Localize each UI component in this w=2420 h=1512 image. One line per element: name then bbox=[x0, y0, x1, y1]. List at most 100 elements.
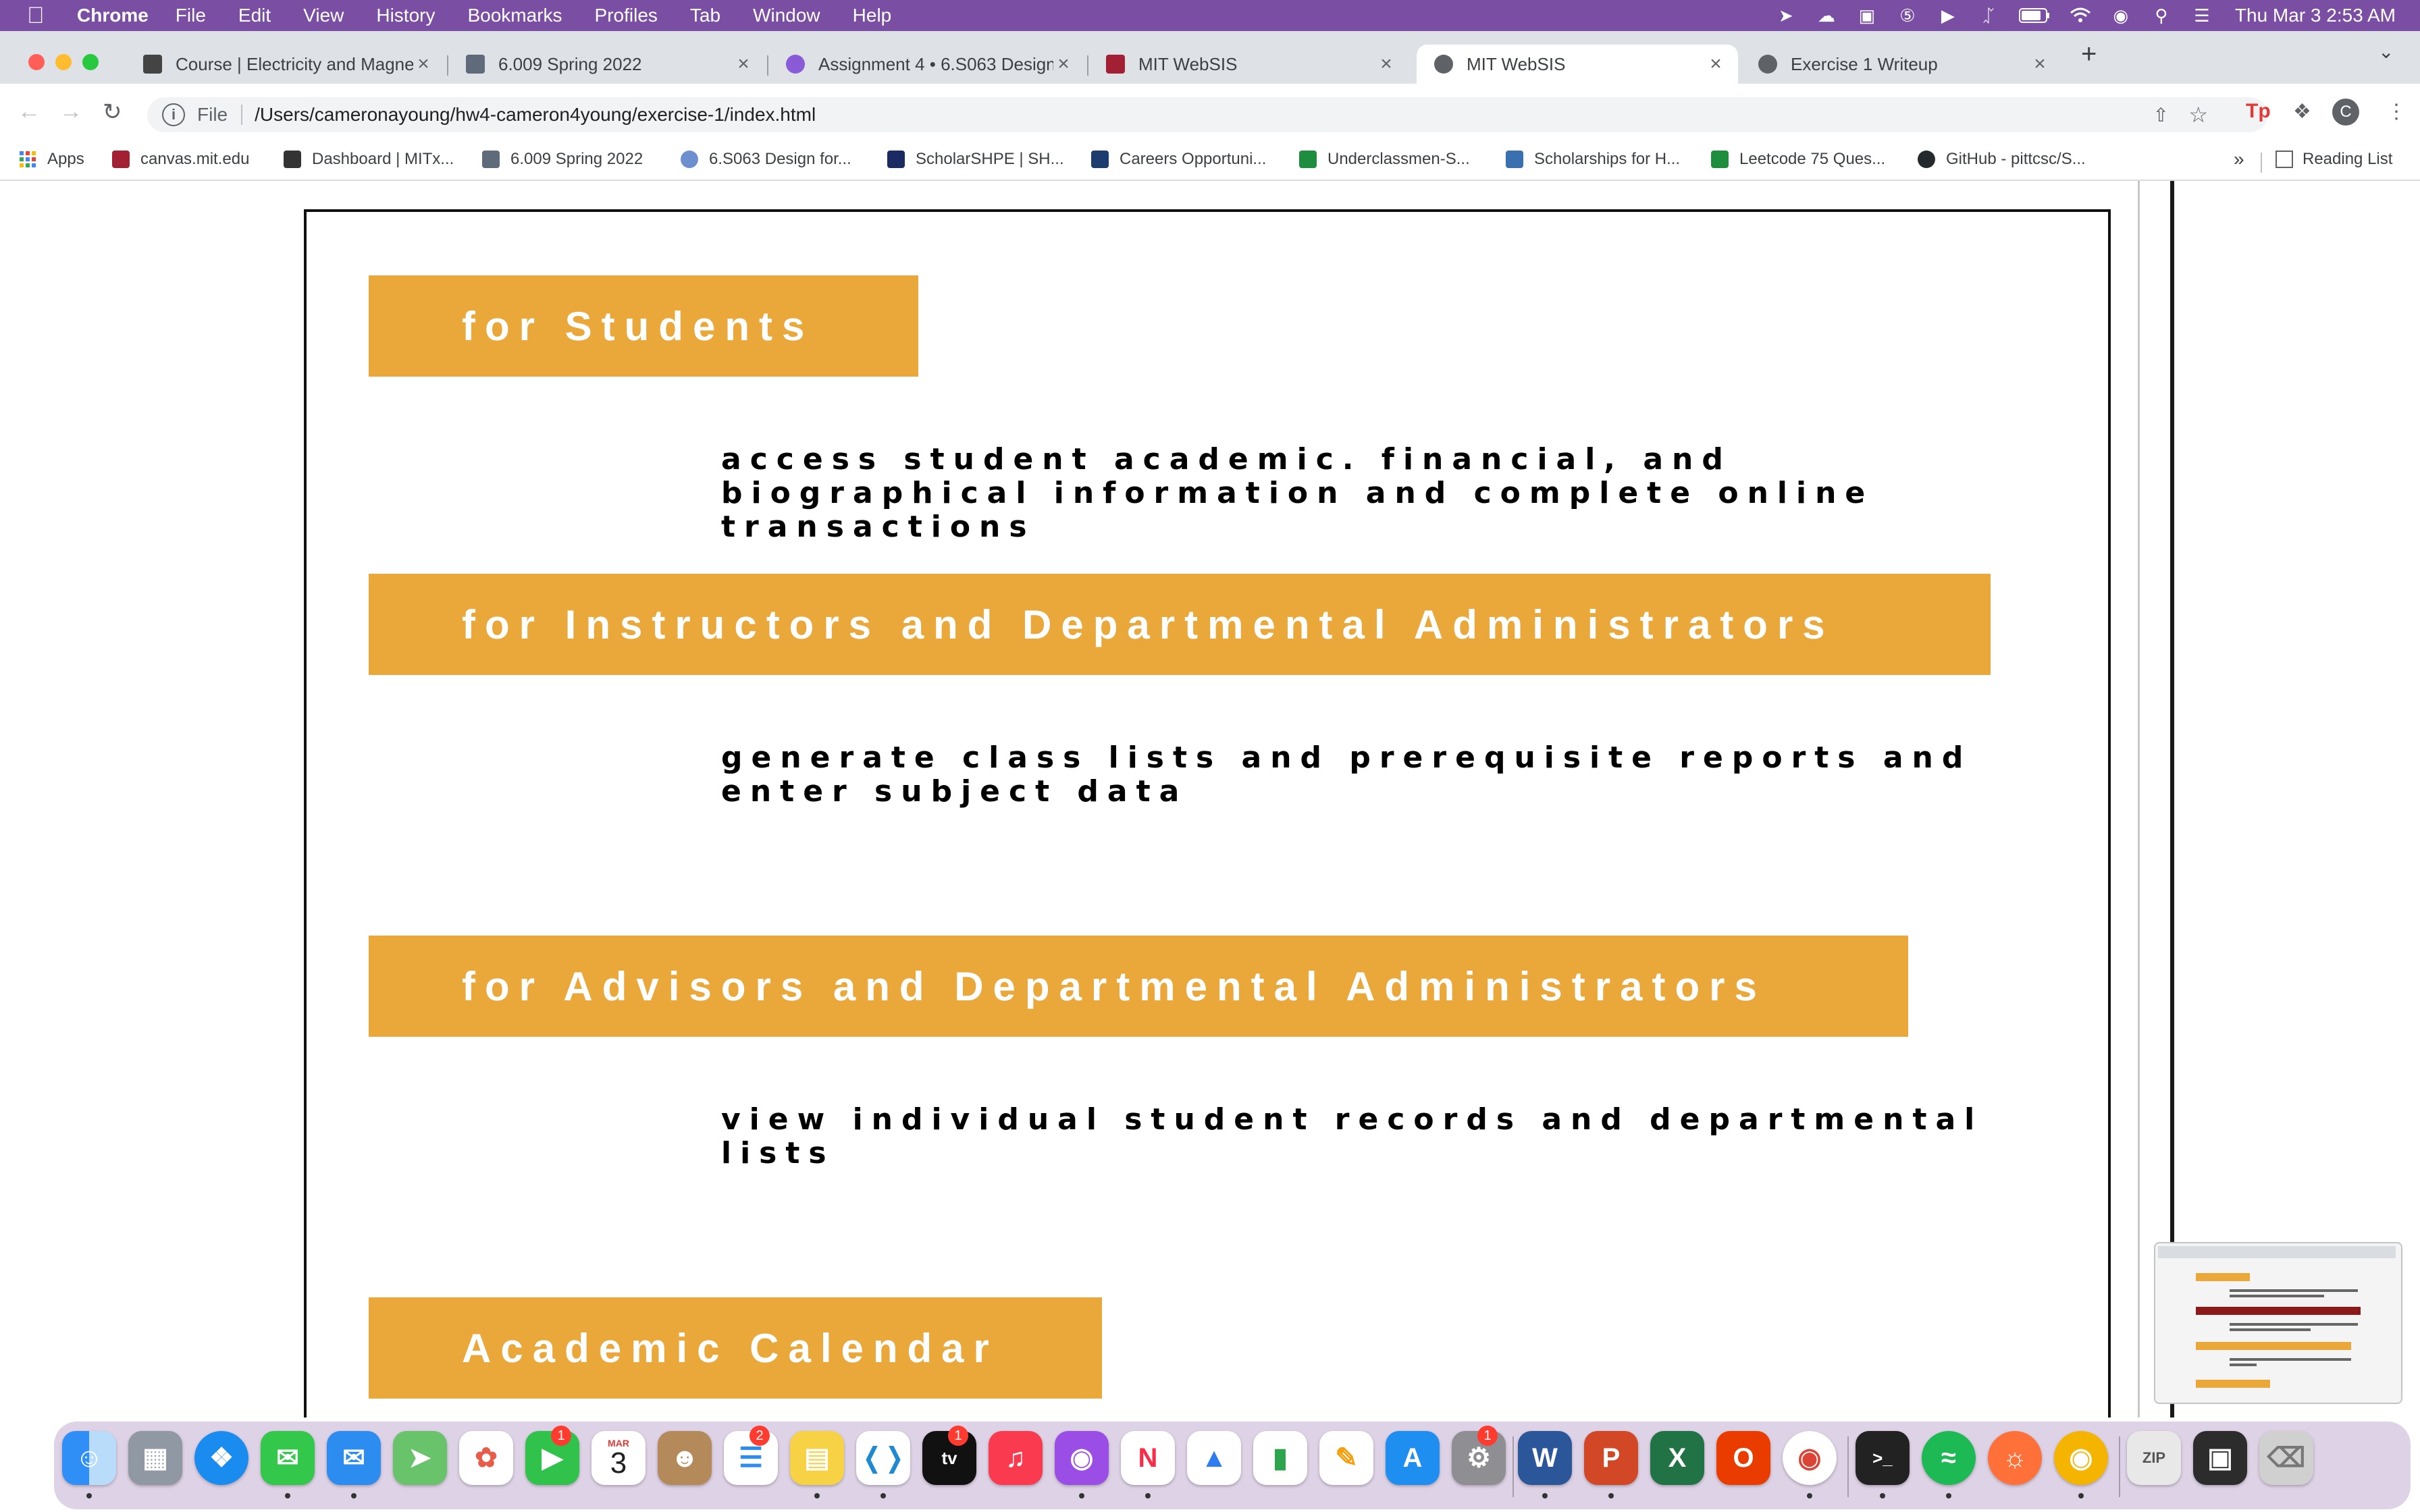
tp-extension-icon[interactable]: Tp bbox=[2246, 100, 2271, 123]
word-icon[interactable]: W bbox=[1518, 1431, 1572, 1485]
for-students-button[interactable]: for Students bbox=[369, 275, 918, 377]
more-bookmarks-chevron-icon[interactable]: » bbox=[2234, 148, 2244, 170]
bookmark-canvas[interactable]: canvas.mit.edu bbox=[112, 150, 249, 169]
bookmark-mitx-dashboard[interactable]: Dashboard | MITx... bbox=[284, 150, 454, 169]
tab-6009[interactable]: 6.009 Spring 2022 × bbox=[448, 45, 766, 84]
screen-record-icon[interactable]: ▣ bbox=[1856, 4, 1878, 27]
minimize-window-button[interactable] bbox=[55, 54, 72, 70]
vscode-icon[interactable]: ❬❭ bbox=[856, 1431, 910, 1485]
bookmark-apps[interactable]: Apps bbox=[19, 150, 84, 169]
menu-history[interactable]: History bbox=[376, 5, 435, 26]
pages-icon[interactable]: ✎ bbox=[1319, 1431, 1373, 1485]
close-window-button[interactable] bbox=[28, 54, 45, 70]
battery-icon[interactable] bbox=[2018, 4, 2051, 27]
close-tab-icon[interactable]: × bbox=[2030, 53, 2050, 76]
bookmark-careers[interactable]: Careers Opportuni... bbox=[1091, 150, 1266, 169]
trash-icon[interactable]: ⌫ bbox=[2259, 1431, 2313, 1485]
tab-mit-websis-1[interactable]: MIT WebSIS × bbox=[1088, 45, 1409, 84]
wifi-icon[interactable] bbox=[2069, 4, 2092, 27]
screenshot-stack-icon[interactable]: ▣ bbox=[2193, 1431, 2247, 1485]
menubar-clock[interactable]: Thu Mar 3 2:53 AM bbox=[2235, 5, 2396, 26]
reload-icon[interactable]: ↻ bbox=[103, 99, 122, 126]
powerpoint-icon[interactable]: P bbox=[1584, 1431, 1638, 1485]
close-tab-icon[interactable]: × bbox=[413, 53, 433, 76]
chrome-canary-icon[interactable]: ◉ bbox=[2054, 1431, 2108, 1485]
app-store-icon[interactable]: A bbox=[1386, 1431, 1440, 1485]
contacts-icon[interactable]: ☻ bbox=[658, 1431, 712, 1485]
menu-view[interactable]: View bbox=[303, 5, 344, 26]
bookmark-6009[interactable]: 6.009 Spring 2022 bbox=[482, 150, 643, 169]
numbers-icon[interactable]: ▮ bbox=[1253, 1431, 1307, 1485]
extensions-puzzle-icon[interactable]: ❖ bbox=[2293, 100, 2311, 124]
news-icon[interactable]: N bbox=[1121, 1431, 1175, 1485]
chrome-icon[interactable]: ◉ bbox=[1783, 1431, 1837, 1485]
location-arrow-icon[interactable]: ➤ bbox=[1774, 4, 1797, 27]
menu-help[interactable]: Help bbox=[853, 5, 892, 26]
zoom-window-button[interactable] bbox=[82, 54, 99, 70]
screenshot-thumbnail-preview[interactable] bbox=[2154, 1242, 2402, 1404]
close-tab-icon[interactable]: × bbox=[1376, 53, 1396, 76]
messages-icon[interactable]: ✉ bbox=[261, 1431, 315, 1485]
tab-search-chevron-icon[interactable]: ⌄ bbox=[2378, 40, 2394, 63]
tab-assignment-4[interactable]: Assignment 4 • 6.S063 Design × bbox=[768, 45, 1086, 84]
office-icon[interactable]: O bbox=[1716, 1431, 1770, 1485]
menu-tab[interactable]: Tab bbox=[690, 5, 720, 26]
bookmark-scholarshpe[interactable]: ScholarSHPE | SH... bbox=[887, 150, 1064, 169]
chrome-menu-icon[interactable]: ⋮ bbox=[2386, 100, 2406, 124]
new-tab-plus-icon[interactable]: + bbox=[2081, 39, 2097, 70]
bookmark-leetcode[interactable]: Leetcode 75 Ques... bbox=[1711, 150, 1885, 169]
play-circle-icon[interactable]: ▶ bbox=[1937, 4, 1959, 27]
launchpad-icon[interactable]: ▦ bbox=[128, 1431, 182, 1485]
keynote-icon[interactable]: ▲ bbox=[1187, 1431, 1241, 1485]
bookmark-6s063[interactable]: 6.S063 Design for... bbox=[681, 150, 851, 169]
notes-icon[interactable]: ▤ bbox=[790, 1431, 844, 1485]
bookmark-scholarships[interactable]: Scholarships for H... bbox=[1506, 150, 1680, 169]
calendar-icon[interactable]: MAR 3 bbox=[591, 1431, 646, 1485]
tab-mit-websis-active[interactable]: MIT WebSIS × bbox=[1417, 45, 1738, 84]
bluetooth-icon[interactable]: ᛢ bbox=[1977, 4, 2000, 27]
safari-icon[interactable]: ❖ bbox=[194, 1431, 248, 1485]
for-instructors-button[interactable]: for Instructors and Departmental Adminis… bbox=[369, 574, 1991, 675]
bookmark-star-icon[interactable]: ☆ bbox=[2188, 102, 2208, 128]
finder-icon[interactable]: ☺ bbox=[62, 1431, 116, 1485]
forward-arrow-icon[interactable]: → bbox=[59, 99, 82, 125]
menu-edit[interactable]: Edit bbox=[238, 5, 271, 26]
podcasts-icon[interactable]: ◉ bbox=[1055, 1431, 1109, 1485]
menu-profiles[interactable]: Profiles bbox=[595, 5, 658, 26]
music-icon[interactable]: ♫ bbox=[989, 1431, 1043, 1485]
archive-zip-icon[interactable]: ZIP bbox=[2127, 1431, 2181, 1485]
creative-cloud-icon[interactable]: ☁ bbox=[1815, 4, 1838, 27]
close-tab-icon[interactable]: × bbox=[733, 53, 754, 76]
maps-icon[interactable]: ➤ bbox=[393, 1431, 447, 1485]
bookmark-github[interactable]: GitHub - pittcsc/S... bbox=[1918, 150, 2086, 169]
address-bar[interactable]: i File /Users/cameronayoung/hw4-cameron4… bbox=[147, 97, 2267, 132]
apple-menu-icon[interactable]:  bbox=[27, 4, 47, 27]
scrollbar-track[interactable] bbox=[2138, 181, 2140, 1418]
url-text[interactable]: /Users/cameronayoung/hw4-cameron4young/e… bbox=[255, 104, 816, 126]
spotlight-search-icon[interactable]: ⚲ bbox=[2150, 4, 2173, 27]
menu-bookmarks[interactable]: Bookmarks bbox=[467, 5, 562, 26]
back-arrow-icon[interactable]: ← bbox=[18, 99, 41, 125]
info-icon[interactable]: i bbox=[162, 103, 185, 126]
spotify-icon[interactable]: ≈ bbox=[1922, 1431, 1976, 1485]
firefox-icon[interactable]: ☼ bbox=[1988, 1431, 2042, 1485]
tab-exercise-1-writeup[interactable]: Exercise 1 Writeup × bbox=[1741, 45, 2062, 84]
for-advisors-button[interactable]: for Advisors and Departmental Administra… bbox=[369, 936, 1908, 1037]
five-icon[interactable]: ⑤ bbox=[1896, 4, 1919, 27]
share-icon[interactable]: ⇧ bbox=[2153, 104, 2169, 126]
tab-electricity-magnetism[interactable]: Course | Electricity and Magnet × bbox=[126, 45, 446, 84]
reading-list-button[interactable]: Reading List bbox=[2276, 150, 2392, 169]
mail-icon[interactable]: ✉ bbox=[327, 1431, 381, 1485]
terminal-icon[interactable]: >_ bbox=[1856, 1431, 1910, 1485]
close-tab-icon[interactable]: × bbox=[1053, 53, 1074, 76]
user-switch-icon[interactable]: ◉ bbox=[2109, 4, 2132, 27]
academic-calendar-button[interactable]: Academic Calendar bbox=[369, 1297, 1102, 1399]
menu-file[interactable]: File bbox=[176, 5, 206, 26]
excel-icon[interactable]: X bbox=[1650, 1431, 1704, 1485]
menu-window[interactable]: Window bbox=[753, 5, 820, 26]
control-center-icon[interactable]: ☰ bbox=[2190, 4, 2213, 27]
profile-avatar[interactable]: C bbox=[2332, 99, 2359, 126]
bookmark-underclassmen[interactable]: Underclassmen-S... bbox=[1299, 150, 1470, 169]
photos-icon[interactable]: ✿ bbox=[459, 1431, 513, 1485]
menu-app-chrome[interactable]: Chrome bbox=[77, 5, 149, 26]
